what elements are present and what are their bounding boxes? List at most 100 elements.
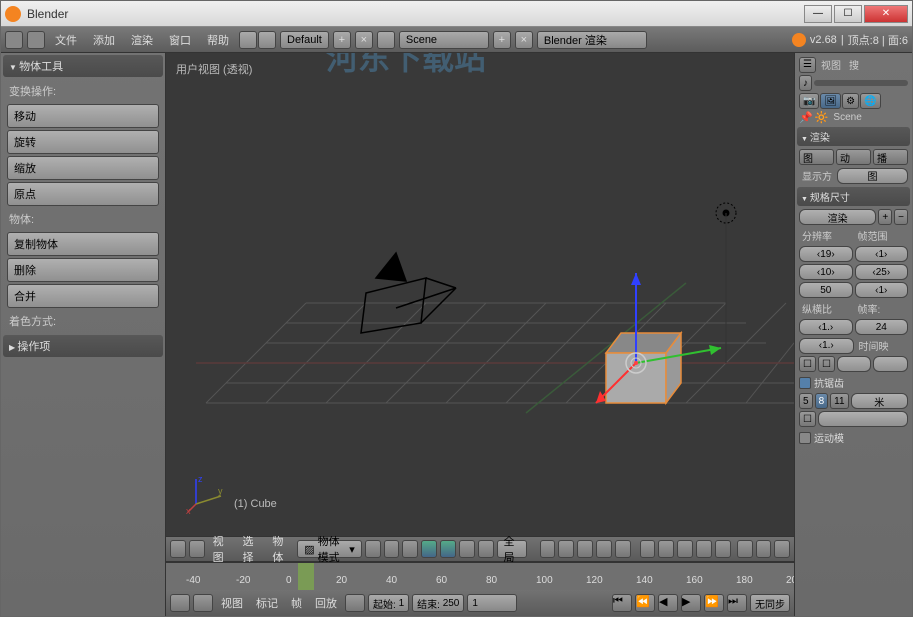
manipulator-translate-icon[interactable] — [440, 540, 456, 558]
res-pct-input[interactable]: 50 — [799, 282, 853, 298]
res-y-input[interactable]: ‹10› — [799, 264, 853, 280]
render-play-button[interactable]: 播 — [873, 149, 908, 165]
play-icon[interactable]: ▶ — [681, 594, 701, 612]
menu-toggle-icon[interactable] — [189, 540, 205, 558]
menu-file[interactable]: 文件 — [49, 32, 83, 48]
rotate-button[interactable]: 旋转 — [7, 130, 159, 154]
layer-button[interactable] — [677, 540, 693, 558]
operator-header[interactable]: 操作项 — [3, 335, 163, 357]
preset-add-button[interactable]: + — [878, 209, 892, 225]
tab-render-icon[interactable]: 📷 — [799, 93, 819, 109]
ol-search-menu[interactable]: 搜 — [846, 56, 862, 73]
current-frame-input[interactable]: 1 — [467, 594, 517, 612]
range-icon[interactable] — [345, 594, 365, 612]
render-section-header[interactable]: 渲染 — [797, 127, 910, 146]
join-button[interactable]: 合并 — [7, 284, 159, 308]
frame-end-input[interactable]: ‹25› — [855, 264, 909, 280]
render-image-button[interactable]: 图 — [799, 149, 834, 165]
menu-window[interactable]: 窗口 — [163, 32, 197, 48]
res-x-input[interactable]: ‹19› — [799, 246, 853, 262]
pivot-icon[interactable] — [384, 540, 400, 558]
menu-collapse-icon[interactable] — [27, 31, 45, 49]
layer-button[interactable] — [696, 540, 712, 558]
close-button[interactable]: ✕ — [864, 5, 908, 23]
editor-type-icon[interactable] — [170, 540, 186, 558]
remap-old-input[interactable] — [837, 356, 872, 372]
sync-select[interactable]: 无同步 — [750, 594, 790, 612]
layout-del-button[interactable]: × — [355, 31, 373, 49]
outliner-icon[interactable]: ☰ — [799, 57, 816, 73]
tools-header[interactable]: 物体工具 — [3, 55, 163, 77]
aa-header[interactable]: 抗锯齿 — [797, 373, 910, 392]
manipulator-scale-icon[interactable] — [478, 540, 494, 558]
border-toggle[interactable]: ☐ — [799, 356, 816, 372]
layout-add-button[interactable]: + — [333, 31, 351, 49]
tl-frame-menu[interactable]: 帧 — [286, 595, 307, 611]
render-engine-select[interactable]: Blender 渲染 — [537, 31, 647, 49]
menu-add[interactable]: 添加 — [87, 32, 121, 48]
pivot-opts-icon[interactable] — [402, 540, 418, 558]
aspect-y-input[interactable]: ‹1.› — [799, 338, 854, 354]
scale-button[interactable]: 缩放 — [7, 156, 159, 180]
manipulator-toggle-icon[interactable] — [421, 540, 437, 558]
shading-solid-icon[interactable] — [365, 540, 381, 558]
layer-button[interactable] — [658, 540, 674, 558]
layer-button[interactable] — [715, 540, 731, 558]
menu-help[interactable]: 帮助 — [201, 32, 235, 48]
aa-checkbox[interactable] — [799, 377, 811, 389]
3d-viewport[interactable]: 河东下载站 用户视图 (透视) — [166, 53, 794, 536]
layer-button[interactable] — [540, 540, 556, 558]
aspect-x-input[interactable]: ‹1.› — [799, 319, 853, 335]
tl-view-menu[interactable]: 视图 — [216, 595, 248, 611]
origin-button[interactable]: 原点 — [7, 182, 159, 206]
play-reverse-icon[interactable]: ◀ — [658, 594, 678, 612]
jump-end-icon[interactable]: ⏭ — [727, 594, 747, 612]
manipulator-rotate-icon[interactable] — [459, 540, 475, 558]
full-sample-toggle[interactable]: ☐ — [799, 411, 816, 427]
scene-del-button[interactable]: × — [515, 31, 533, 49]
translate-button[interactable]: 移动 — [7, 104, 159, 128]
motion-blur-checkbox[interactable] — [799, 432, 811, 444]
keyframe-prev-icon[interactable]: ⏪ — [635, 594, 655, 612]
motion-blur-header[interactable]: 运动模 — [797, 428, 910, 447]
tl-playback-menu[interactable]: 回放 — [310, 595, 342, 611]
layer-button[interactable] — [640, 540, 656, 558]
end-frame-input[interactable]: 结束: 250 — [412, 594, 464, 612]
preset-del-button[interactable]: − — [894, 209, 908, 225]
pin-icon[interactable]: 📌 — [799, 111, 813, 124]
preset-select[interactable]: 渲染 — [799, 209, 876, 225]
vh-view-menu[interactable]: 视图 — [208, 533, 235, 565]
vh-select-menu[interactable]: 选择 — [238, 533, 265, 565]
layer-button[interactable] — [615, 540, 631, 558]
orientation-select[interactable]: 全局 — [497, 540, 528, 558]
frame-step-input[interactable]: ‹1› — [855, 282, 909, 298]
aa-8-button[interactable]: 8 — [815, 393, 829, 409]
layout-prev-button[interactable] — [239, 31, 257, 49]
render-preview-icon[interactable] — [774, 540, 790, 558]
snap-icon[interactable] — [737, 540, 753, 558]
layer-button[interactable] — [596, 540, 612, 558]
scene-add-button[interactable]: + — [493, 31, 511, 49]
fps-select[interactable]: 24 — [855, 319, 909, 335]
filter-size-input[interactable] — [818, 411, 908, 427]
tab-world-icon[interactable]: 🌐 — [860, 93, 880, 109]
layer-button[interactable] — [558, 540, 574, 558]
tl-editor-type-icon[interactable] — [170, 594, 190, 612]
datablock-icon[interactable]: ♪ — [799, 75, 812, 91]
menu-render[interactable]: 渲染 — [125, 32, 159, 48]
crop-toggle[interactable]: ☐ — [818, 356, 835, 372]
editor-type-icon[interactable] — [5, 31, 23, 49]
layout-select[interactable]: Default — [280, 31, 329, 49]
start-frame-input[interactable]: 起始: 1 — [368, 594, 409, 612]
vh-object-menu[interactable]: 物体 — [267, 533, 294, 565]
scene-select[interactable]: Scene — [399, 31, 489, 49]
keyframe-next-icon[interactable]: ⏩ — [704, 594, 724, 612]
remap-new-input[interactable] — [873, 356, 908, 372]
tl-menu-toggle-icon[interactable] — [193, 594, 213, 612]
duplicate-button[interactable]: 复制物体 — [7, 232, 159, 256]
mode-select[interactable]: ▨物体模式▾ — [297, 540, 362, 558]
minimize-button[interactable]: — — [804, 5, 832, 23]
tab-scene-icon[interactable]: ⚙ — [842, 93, 859, 109]
aa-11-button[interactable]: 11 — [830, 393, 848, 409]
ol-view-menu[interactable]: 视图 — [818, 56, 844, 73]
